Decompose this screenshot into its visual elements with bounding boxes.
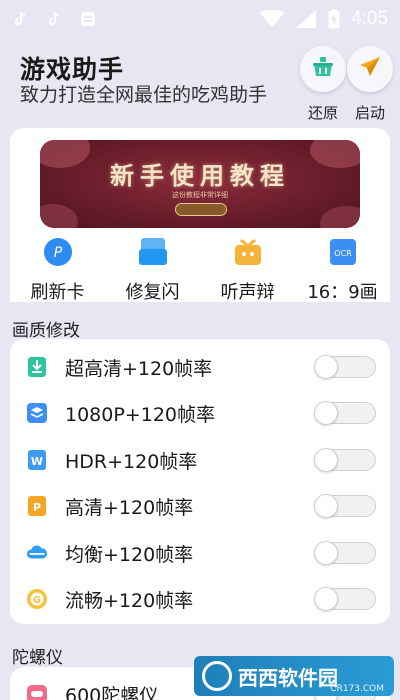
watermark-url: CR173.COM xyxy=(330,684,384,694)
tiktok-icon xyxy=(12,11,28,27)
banner-subtitle: 这份教程非常详细 xyxy=(172,191,228,199)
app-notification-icon xyxy=(80,11,96,27)
cloud-icon xyxy=(26,542,48,564)
decoration xyxy=(320,206,360,228)
list-item-label: 1080P+120帧率 xyxy=(65,403,215,426)
list-item-label: HDR+120帧率 xyxy=(65,450,198,473)
restore-button[interactable] xyxy=(300,46,346,92)
toggle-knob xyxy=(314,541,338,565)
quick-action-aspect-ratio[interactable]: OCR 16：9画 xyxy=(295,236,390,304)
wifi-icon xyxy=(259,10,285,27)
toggle-switch[interactable] xyxy=(314,494,376,518)
launch-button[interactable] xyxy=(347,46,393,92)
list-item-label: 流畅+120帧率 xyxy=(65,589,194,612)
list-item[interactable]: 均衡+120帧率 xyxy=(10,530,390,576)
list-item-label: 均衡+120帧率 xyxy=(65,543,194,566)
launch-label: 启动 xyxy=(354,104,385,122)
toggle-switch[interactable] xyxy=(314,401,376,425)
download-icon xyxy=(26,356,48,378)
status-bar: 4:05 xyxy=(0,0,400,38)
app-subtitle: 致力打造全网最佳的吃鸡助手 xyxy=(20,84,268,106)
list-item[interactable]: 超高清+120帧率 xyxy=(10,344,390,390)
quick-action-refresh-card[interactable]: P 刷新卡 xyxy=(10,236,105,304)
list-item[interactable]: 1080P+120帧率 xyxy=(10,390,390,436)
toggle-knob xyxy=(314,587,338,611)
quick-action-repair[interactable]: 修复闪 xyxy=(105,236,200,304)
svg-text:OCR: OCR xyxy=(334,249,352,258)
section-title-quality: 画质修改 xyxy=(12,321,80,341)
toggle-knob xyxy=(314,448,338,472)
watermark-logo xyxy=(202,661,232,691)
doc-w-icon: W xyxy=(26,449,48,471)
list-item[interactable]: G 流畅+120帧率 xyxy=(10,576,390,622)
quick-action-label: 16：9画 xyxy=(307,282,378,303)
clock: 4:05 xyxy=(351,8,388,29)
quick-action-label: 修复闪 xyxy=(125,282,180,303)
banner-title: 新手使用教程 xyxy=(110,161,290,190)
list-item-label: 超高清+120帧率 xyxy=(65,357,213,380)
list-item-label: 600陀螺仪 xyxy=(65,684,159,700)
toggle-switch[interactable] xyxy=(314,541,376,565)
app-title: 游戏助手 xyxy=(20,55,125,84)
section-title-gyro: 陀螺仪 xyxy=(12,648,63,668)
site-watermark: 西西软件园 CR173.COM xyxy=(194,656,394,696)
battery-charging-icon xyxy=(327,9,341,29)
quick-action-sound[interactable]: 听声辩 xyxy=(200,236,295,304)
banner-button[interactable] xyxy=(175,203,227,216)
quick-action-label: 刷新卡 xyxy=(30,282,85,303)
list-item-label: 高清+120帧率 xyxy=(65,496,194,519)
quick-action-label: 听声辩 xyxy=(220,282,275,303)
decoration xyxy=(40,204,78,228)
toggle-knob xyxy=(314,355,338,379)
list-item[interactable]: W HDR+120帧率 xyxy=(10,437,390,483)
list-item[interactable]: P 高清+120帧率 xyxy=(10,483,390,529)
feature-card: 新手使用教程 这份教程非常详细 P 刷新卡 修复闪 听声辩 OCR 16：9画 xyxy=(10,128,390,304)
gyro-icon xyxy=(26,683,48,700)
ocr-icon: OCR xyxy=(327,236,359,268)
svg-text:G: G xyxy=(33,595,41,606)
tiktok-icon xyxy=(46,11,62,27)
toggle-knob xyxy=(314,401,338,425)
restore-label: 还原 xyxy=(307,104,338,122)
paper-plane-icon xyxy=(358,55,382,83)
svg-text:P: P xyxy=(33,501,41,514)
coin-g-icon: G xyxy=(26,588,48,610)
refresh-card-icon: P xyxy=(42,236,74,268)
toggle-knob xyxy=(314,494,338,518)
svg-text:P: P xyxy=(53,245,62,261)
toggle-switch[interactable] xyxy=(314,355,376,379)
layers-icon xyxy=(26,402,48,424)
tutorial-banner[interactable]: 新手使用教程 这份教程非常详细 xyxy=(40,140,360,228)
toggle-switch[interactable] xyxy=(314,448,376,472)
signal-icon xyxy=(295,10,317,28)
sound-gift-icon xyxy=(232,236,264,268)
quality-list: 超高清+120帧率 1080P+120帧率 W HDR+120帧率 P 高清+1… xyxy=(10,339,390,624)
svg-text:W: W xyxy=(31,455,43,468)
toggle-switch[interactable] xyxy=(314,587,376,611)
basket-icon xyxy=(311,55,335,83)
repair-icon xyxy=(137,236,169,268)
watermark-text: 西西软件园 xyxy=(238,665,338,690)
doc-p-icon: P xyxy=(26,495,48,517)
